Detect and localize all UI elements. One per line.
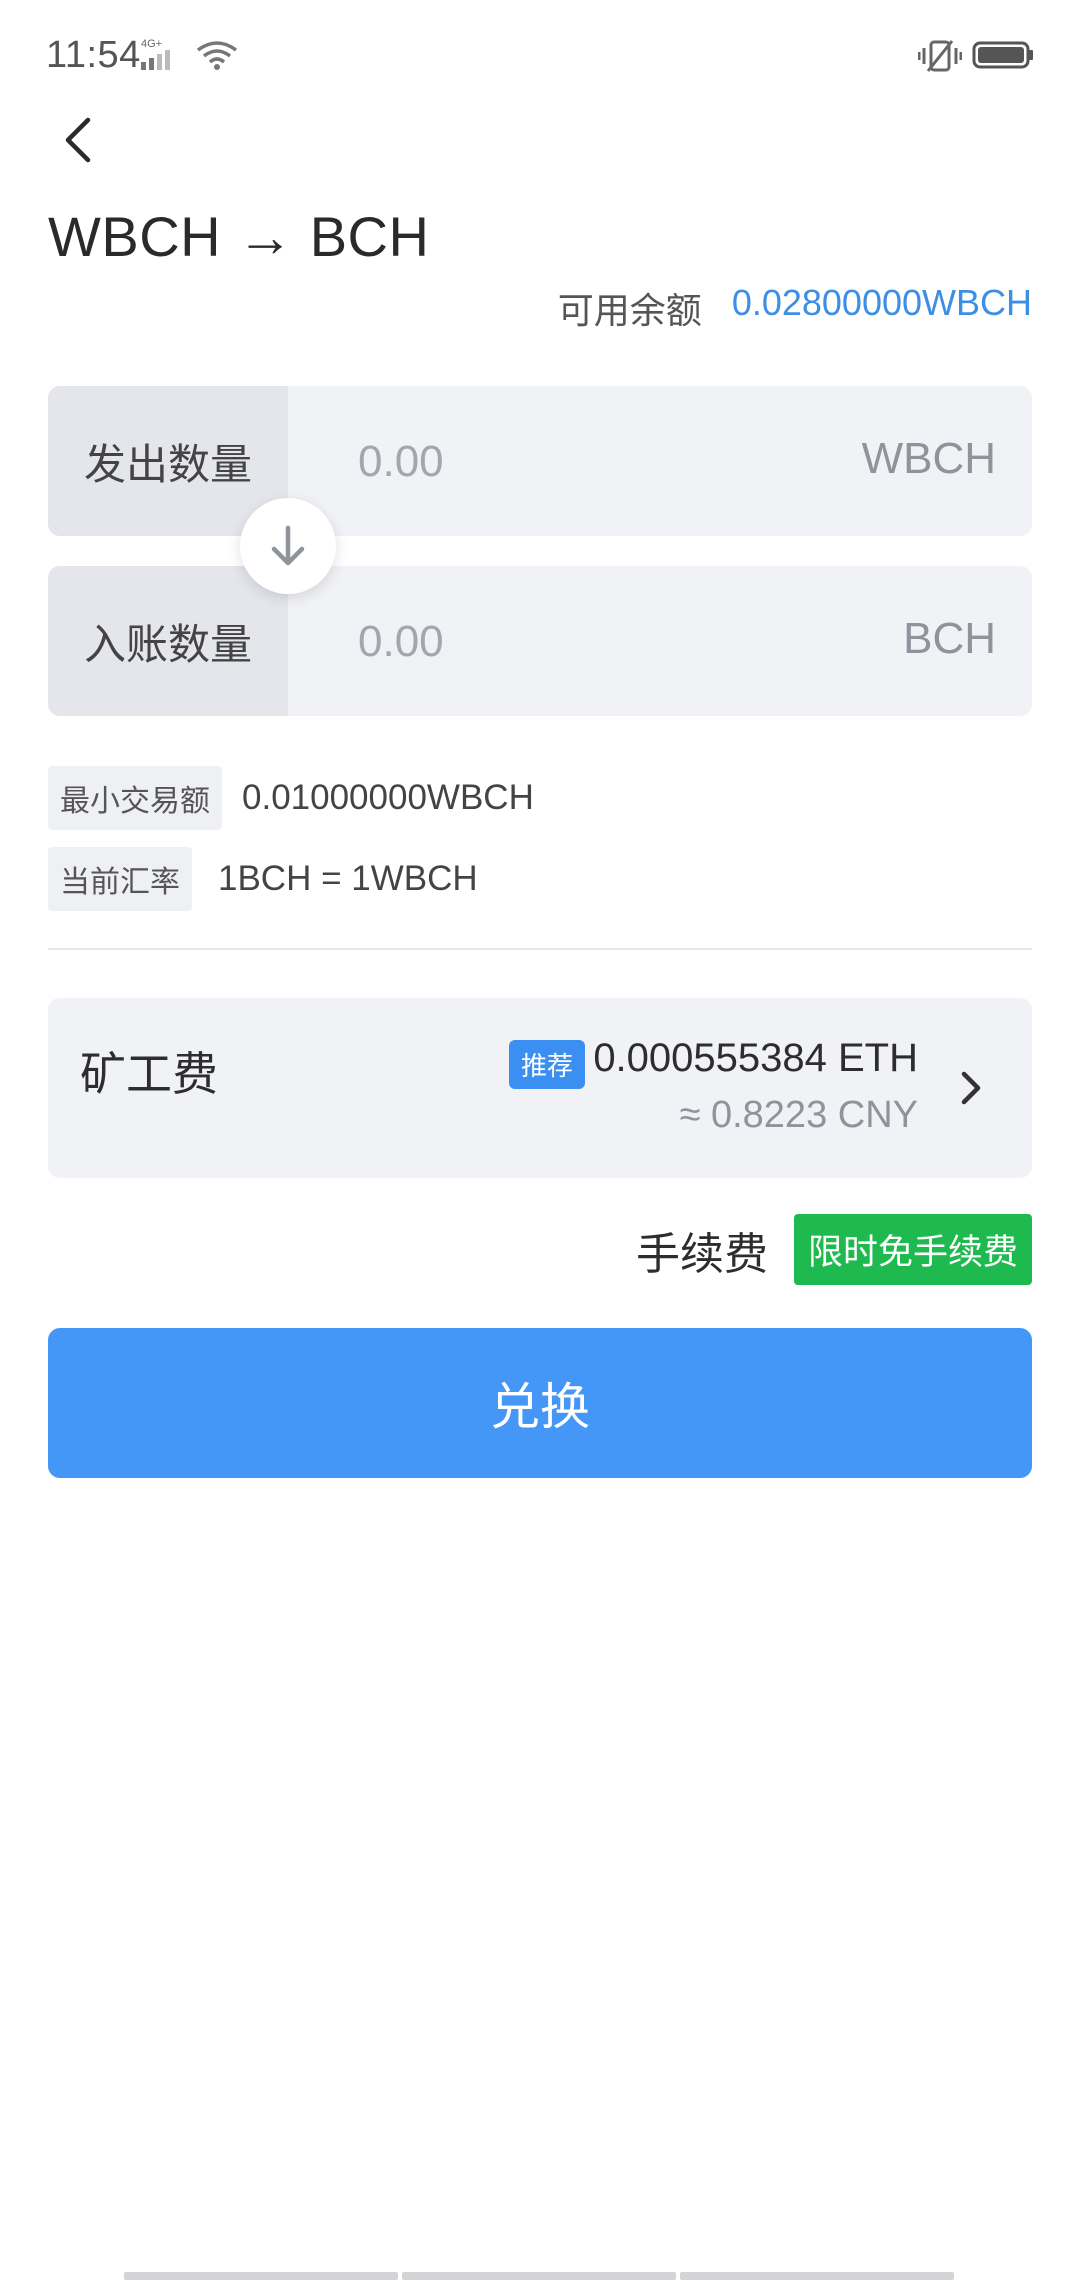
swap-direction-button[interactable] (240, 498, 336, 594)
chevron-left-icon (65, 117, 91, 163)
min-trade-tag: 最小交易额 (48, 766, 222, 830)
available-balance: 可用余额 0.02800000WBCH (558, 282, 1032, 334)
gesture-bar (124, 2272, 954, 2280)
divider (48, 948, 1032, 950)
vibrate-icon (918, 40, 962, 72)
gesture-bar-segment (680, 2272, 954, 2280)
battery-icon (972, 41, 1033, 69)
exchange-button[interactable]: 兑换 (48, 1328, 1032, 1478)
send-amount-input[interactable] (358, 430, 758, 494)
gesture-bar-segment (124, 2272, 398, 2280)
page-title: WBCH → BCH (48, 205, 430, 268)
network-type-label: 4G+ (141, 38, 162, 50)
receive-unit: BCH (903, 614, 996, 663)
miner-fee-eth: 0.000555384 ETH (593, 1036, 918, 1080)
exchange-rate-tag: 当前汇率 (48, 847, 192, 911)
wifi-icon (196, 41, 238, 70)
receive-amount-input[interactable] (358, 610, 758, 674)
balance-value: 0.02800000WBCH (731, 282, 1032, 323)
miner-fee-cny: ≈ 0.8223 CNY (679, 1094, 918, 1136)
balance-label: 可用余额 (557, 290, 702, 331)
status-bar: 11:54 4G+ (0, 0, 1080, 110)
send-amount-box: 发出数量 WBCH (48, 386, 1032, 536)
send-unit: WBCH (861, 434, 996, 483)
min-trade-value: 0.01000000WBCH (242, 778, 534, 817)
arrow-down-icon (271, 525, 305, 566)
cellular-signal-icon: 4G+ (141, 38, 170, 70)
receive-amount-box: 入账数量 BCH (48, 566, 1032, 716)
back-button[interactable] (48, 104, 108, 176)
min-trade-row: 最小交易额 0.01000000WBCH (48, 766, 534, 830)
chevron-right-icon (961, 1071, 981, 1105)
gesture-bar-segment (402, 2272, 676, 2280)
exchange-rate-value: 1BCH = 1WBCH (218, 859, 478, 898)
miner-fee-label: 矿工费 (80, 1048, 218, 1100)
service-fee-label: 手续费 (635, 1229, 768, 1279)
receive-amount-label: 入账数量 (48, 566, 288, 716)
service-fee-row: 手续费 限时免手续费 (636, 1214, 1032, 1285)
status-time: 11:54 (46, 34, 141, 76)
recommended-badge: 推荐 (508, 1040, 585, 1089)
exchange-rate-row: 当前汇率 1BCH = 1WBCH (48, 847, 478, 911)
free-fee-badge: 限时免手续费 (793, 1214, 1032, 1285)
miner-fee-card[interactable]: 矿工费 推荐 0.000555384 ETH ≈ 0.8223 CNY (48, 998, 1032, 1178)
